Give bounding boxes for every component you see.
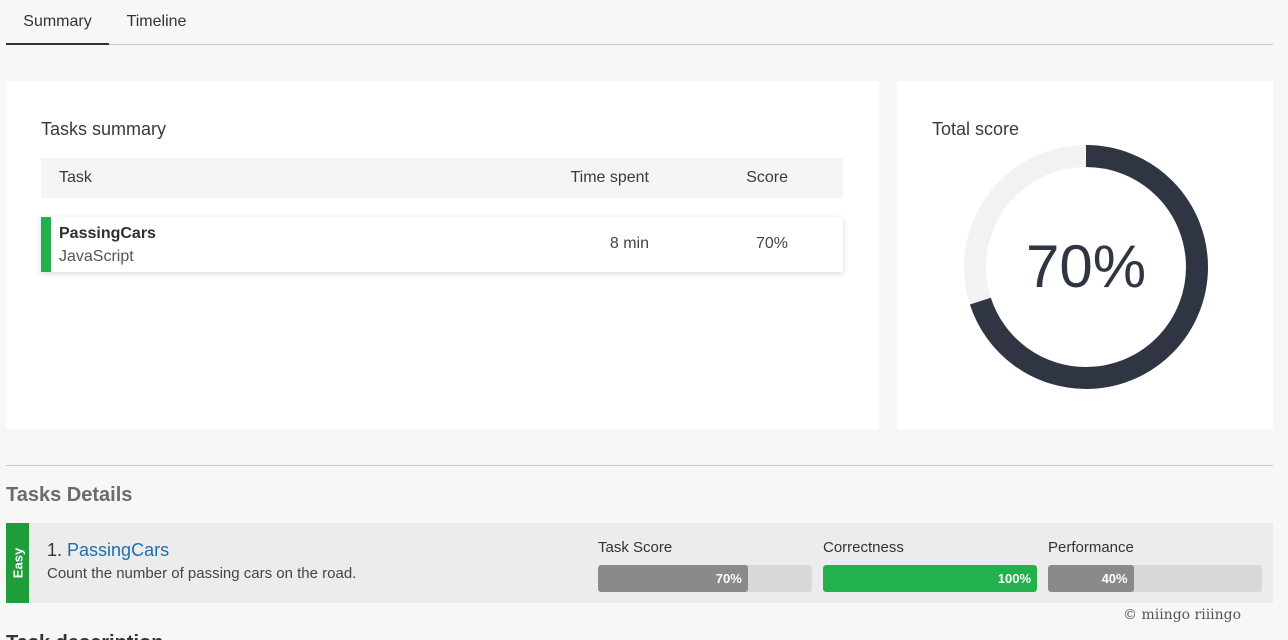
table-row[interactable]: PassingCars JavaScript 8 min 70%: [41, 217, 843, 272]
total-score-value: 70%: [1025, 233, 1147, 300]
task-status-indicator: [41, 217, 51, 272]
column-header-score: Score: [746, 169, 788, 186]
task-name: PassingCars: [59, 225, 156, 242]
progress-bar-value: 40%: [1101, 571, 1128, 586]
task-description-heading: Task description: [6, 632, 163, 640]
tasks-summary-panel: Tasks summary Task Time spent Score Pass…: [6, 81, 879, 429]
progress-bar-value: 70%: [715, 571, 742, 586]
metric-performance: Performance 40%: [1048, 539, 1262, 592]
task-detail-card: Easy 1. PassingCars Count the number of …: [6, 523, 1273, 603]
progress-bar-value: 100%: [997, 571, 1031, 586]
column-header-time-spent: Time spent: [570, 169, 649, 186]
task-name-link[interactable]: PassingCars: [67, 540, 169, 560]
tasks-table-header: Task Time spent Score: [41, 158, 843, 198]
difficulty-badge: Easy: [6, 523, 29, 603]
progress-bar-fill: 40%: [1048, 565, 1134, 592]
task-language: JavaScript: [59, 248, 134, 265]
metric-correctness: Correctness 100%: [823, 539, 1037, 592]
metric-label: Performance: [1048, 539, 1134, 556]
tab-timeline[interactable]: Timeline: [115, 0, 198, 45]
progress-bar: 40%: [1048, 565, 1262, 592]
total-score-title: Total score: [932, 119, 1020, 139]
section-divider: [6, 465, 1273, 466]
metric-label: Correctness: [823, 539, 904, 556]
column-header-task: Task: [59, 169, 92, 186]
task-time-spent: 8 min: [609, 235, 649, 252]
metric-label: Task Score: [598, 539, 673, 556]
task-number: 1.: [47, 540, 63, 560]
tab-summary[interactable]: Summary: [6, 0, 109, 45]
progress-bar: 70%: [598, 565, 812, 592]
score-donut-chart: 70%: [961, 142, 1211, 392]
metric-task-score: Task Score 70%: [598, 539, 812, 592]
progress-bar: 100%: [823, 565, 1037, 592]
tasks-details-title: Tasks Details: [6, 484, 133, 506]
watermark: © miingo riiingo: [1123, 607, 1242, 623]
difficulty-label: Easy: [10, 547, 25, 579]
tasks-summary-title: Tasks summary: [41, 119, 167, 139]
progress-bar-fill: 100%: [823, 565, 1037, 592]
task-score: 70%: [755, 235, 788, 252]
task-detail-heading: 1. PassingCars: [47, 540, 169, 561]
task-description: Count the number of passing cars on the …: [47, 565, 357, 582]
tab-bar: Summary Timeline: [6, 0, 1273, 45]
total-score-panel: Total score 70%: [897, 81, 1273, 429]
progress-bar-fill: 70%: [598, 565, 748, 592]
